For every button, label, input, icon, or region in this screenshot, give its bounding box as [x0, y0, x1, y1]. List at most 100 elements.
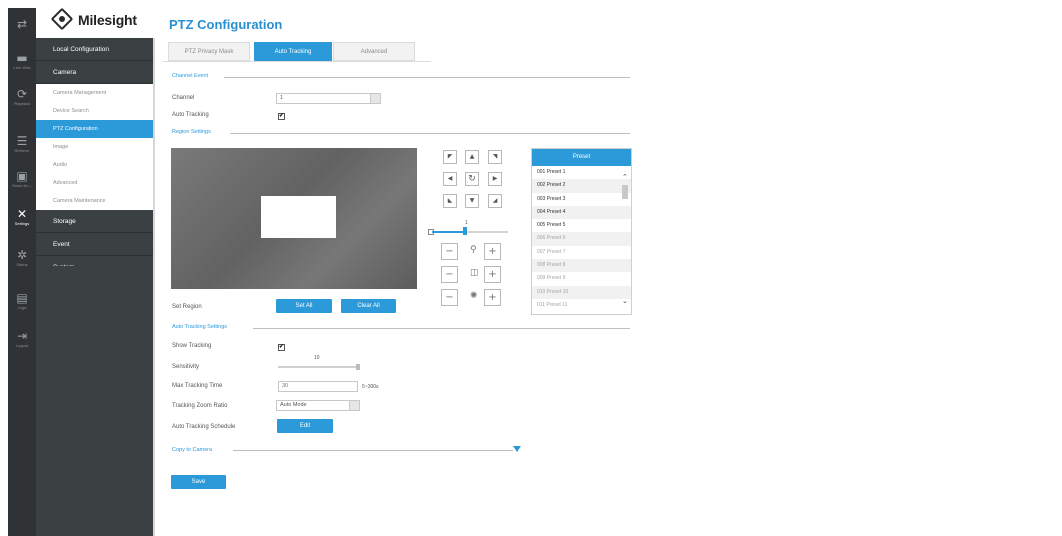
ptz-down-left-button[interactable]: ◣ — [443, 194, 457, 208]
clear-all-button[interactable]: Clear All — [341, 299, 396, 313]
sidebar-item-image[interactable]: Image — [36, 138, 154, 156]
rail-label: Playback — [13, 101, 31, 106]
zoom-icon: ⚲ — [470, 245, 477, 255]
ptz-left-button[interactable]: ◀ — [443, 172, 457, 186]
sidebar-item-advanced[interactable]: Advanced — [36, 174, 154, 192]
channel-select[interactable]: 1 — [276, 93, 381, 104]
zoom-out-button[interactable]: − — [441, 243, 458, 260]
preset-row[interactable]: 010 Preset 10 — [532, 285, 631, 299]
sidebar-item-audio[interactable]: Audio — [36, 156, 154, 174]
rail-label: Logout — [15, 343, 29, 348]
rail-glyph: ▣ — [16, 169, 28, 183]
chevron-up-icon[interactable]: ⌃ — [622, 173, 628, 181]
chevron-down-icon — [370, 94, 380, 103]
preset-list: Preset 001 Preset 1 002 Preset 2 003 Pre… — [531, 148, 632, 315]
save-button[interactable]: Save — [171, 475, 226, 489]
rail-label: Smart An... — [12, 183, 32, 188]
milesight-logo-icon — [50, 7, 74, 31]
sidebar-item-camera-maintenance[interactable]: Camera Maintenance — [36, 192, 154, 210]
preset-scrollbar[interactable]: ⌃ ⌄ — [622, 169, 629, 309]
preset-row[interactable]: 006 Preset 6 — [532, 232, 631, 246]
ptz-down-right-button[interactable]: ◢ — [488, 194, 502, 208]
retrieve-icon[interactable]: ☰ Retrieve — [8, 131, 36, 161]
focus-in-button[interactable]: + — [484, 266, 501, 283]
focus-out-button[interactable]: − — [441, 266, 458, 283]
sidebar-item-ptz-configuration[interactable]: PTZ Configuration — [36, 120, 154, 138]
tab-ptz-privacy-mask[interactable]: PTZ Privacy Mask — [168, 42, 250, 61]
chevron-down-icon[interactable]: ⌄ — [622, 297, 628, 305]
auto-tracking-label: Auto Tracking — [172, 112, 209, 118]
video-preview[interactable] — [171, 148, 417, 289]
preset-row[interactable]: 008 Preset 8 — [532, 259, 631, 273]
rail-glyph: ⟳ — [16, 87, 28, 101]
sidebar-background — [36, 266, 154, 536]
icon-rail: ⇄ ▬ Live View ⟳ Playback ☰ Retrieve ▣ Smart … — [8, 8, 36, 536]
copy-to-camera-label[interactable]: Copy to Camera — [172, 447, 212, 453]
channel-label: Channel — [172, 95, 195, 101]
ptz-speed-slider[interactable] — [432, 227, 508, 235]
sidebar-item-local-configuration[interactable]: Local Configuration — [36, 38, 154, 61]
auto-tracking-schedule-label: Auto Tracking Schedule — [172, 424, 236, 430]
max-tracking-time-hint: 5~300s — [362, 384, 379, 390]
rail-glyph: ✲ — [16, 248, 28, 262]
preset-scroll-thumb[interactable] — [622, 185, 628, 199]
show-tracking-checkbox[interactable]: ✔ — [278, 344, 285, 351]
section-divider — [230, 133, 630, 134]
status-icon[interactable]: ✲ Status — [8, 245, 36, 275]
sidebar-item-device-search[interactable]: Device Search — [36, 102, 154, 120]
logo-text: Milesight — [78, 12, 137, 28]
ptz-up-right-button[interactable]: ◥ — [488, 150, 502, 164]
auto-tracking-checkbox[interactable]: ✔ — [278, 113, 285, 120]
ptz-speed-handle[interactable] — [463, 227, 467, 235]
sidebar-item-storage[interactable]: Storage — [36, 210, 154, 233]
ptz-down-button[interactable]: ▼ — [465, 194, 479, 208]
iris-open-button[interactable]: + — [484, 289, 501, 306]
edit-schedule-button[interactable]: Edit — [277, 419, 333, 433]
smart-analysis-icon[interactable]: ▣ Smart An... — [8, 166, 36, 196]
settings-icon[interactable]: ✕ Settings — [8, 204, 36, 234]
preset-header: Preset — [532, 149, 631, 166]
preset-row[interactable]: 009 Preset 9 — [532, 272, 631, 285]
tab-advanced[interactable]: Advanced — [333, 42, 415, 61]
sidebar-item-camera-management[interactable]: Camera Management — [36, 84, 154, 102]
rail-glyph: ⇥ — [16, 329, 28, 343]
preset-row[interactable]: 001 Preset 1 — [532, 166, 631, 179]
tracking-region-box[interactable] — [261, 196, 336, 238]
iris-close-button[interactable]: − — [441, 289, 458, 306]
preset-row[interactable]: 003 Preset 3 — [532, 193, 631, 206]
sidebar: Local Configuration Camera Camera Manage… — [36, 38, 154, 536]
zoom-in-button[interactable]: + — [484, 243, 501, 260]
preset-row[interactable]: 005 Preset 5 — [532, 219, 631, 232]
preset-row[interactable]: 004 Preset 4 — [532, 205, 631, 220]
preset-row[interactable]: 011 Preset 11 — [532, 299, 631, 312]
section-divider — [253, 328, 630, 329]
rail-glyph: ▤ — [16, 291, 28, 305]
sensitivity-handle[interactable] — [356, 364, 360, 370]
show-tracking-label: Show Tracking — [172, 343, 212, 349]
ptz-up-left-button[interactable]: ◤ — [443, 150, 457, 164]
logs-icon[interactable]: ▤ Logs — [8, 288, 36, 318]
logout-icon[interactable]: ⇥ Logout — [8, 326, 36, 356]
sensitivity-label: Sensitivity — [172, 364, 200, 370]
playback-icon[interactable]: ⟳ Playback — [8, 84, 36, 114]
sidebar-item-event[interactable]: Event — [36, 233, 154, 256]
ptz-speed-fill — [432, 231, 465, 233]
live-view-icon[interactable]: ▬ Live View — [8, 48, 36, 78]
set-all-button[interactable]: Set All — [276, 299, 332, 313]
tracking-zoom-ratio-select[interactable]: Auto Mode — [276, 400, 360, 411]
sidebar-item-camera[interactable]: Camera — [36, 61, 154, 84]
caret-down-icon[interactable] — [513, 446, 521, 452]
section-title-auto-tracking-settings: Auto Tracking Settings — [172, 324, 228, 330]
rail-glyph: ☰ — [16, 134, 28, 148]
sensitivity-slider[interactable] — [278, 366, 360, 368]
ptz-auto-scan-button[interactable]: ↻ — [465, 172, 479, 186]
preset-row[interactable]: 002 Preset 2 — [532, 179, 631, 193]
max-tracking-time-input[interactable]: 30 — [278, 381, 358, 392]
rail-glyph: ✕ — [16, 207, 28, 221]
preset-row[interactable]: 007 Preset 7 — [532, 246, 631, 259]
tab-auto-tracking[interactable]: Auto Tracking — [254, 42, 332, 61]
ptz-right-button[interactable]: ▶ — [488, 172, 502, 186]
rail-label: Logs — [17, 305, 27, 310]
ptz-up-button[interactable]: ▲ — [465, 150, 479, 164]
preview-icon[interactable]: ⇄ — [8, 14, 36, 44]
